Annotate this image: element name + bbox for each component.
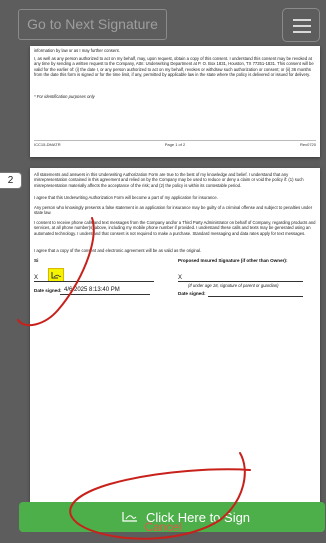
- page1-footer: ICC15-DMATR Page 1 of 2 Rev0720: [34, 142, 316, 147]
- page2-paragraph: All statements and answers in this Under…: [34, 172, 304, 188]
- signature-field-highlight[interactable]: [48, 268, 64, 282]
- cancel-button[interactable]: Cancel: [0, 520, 326, 534]
- date-signed-label: Date signed:: [34, 288, 62, 293]
- date-signed-value: 4/6/2025 8:13:40 PM: [64, 287, 120, 293]
- date-signed-line: [60, 294, 150, 295]
- guardian-note: (If under age 18, signature of parent or…: [188, 283, 279, 288]
- owner-signature-line: [34, 281, 154, 282]
- menu-icon-bar: [293, 19, 311, 21]
- page2-paragraph: I consent to receive phone calls and tex…: [34, 220, 316, 236]
- page1-footnote: * For identification purposes only: [34, 94, 95, 99]
- footer-page-number: Page 1 of 2: [164, 142, 186, 147]
- footer-revision: Rev0720: [299, 142, 316, 147]
- go-to-next-signature-button[interactable]: Go to Next Signature: [18, 9, 167, 40]
- insured-signature-line: [178, 281, 303, 282]
- page2-paragraph: I agree that this Underwriting Authoriza…: [34, 195, 218, 200]
- page1-paragraph: information by law or as I may further c…: [34, 48, 120, 53]
- page-number-tab: 2: [0, 172, 22, 189]
- document-page-1: information by law or as I may further c…: [30, 46, 320, 157]
- page2-paragraph: Any person who knowingly presents a fals…: [34, 205, 313, 216]
- menu-icon-bar: [293, 31, 311, 33]
- date-signed-line-right: [208, 296, 303, 297]
- menu-icon-bar: [293, 25, 311, 27]
- footer-divider: [34, 140, 316, 141]
- hamburger-menu-button[interactable]: [282, 8, 320, 42]
- date-signed-label-right: Date signed:: [178, 291, 206, 296]
- document-page-2: All statements and answers in this Under…: [30, 168, 320, 528]
- top-toolbar: Go to Next Signature: [0, 0, 326, 46]
- page2-paragraph: I agree that a copy of the consent and e…: [34, 248, 202, 253]
- page1-paragraph: I, as well as any person authorized to a…: [34, 56, 314, 78]
- insured-signature-label: Proposed Insured Signature (if other tha…: [178, 258, 288, 263]
- owner-signature-label: Si: [34, 258, 39, 263]
